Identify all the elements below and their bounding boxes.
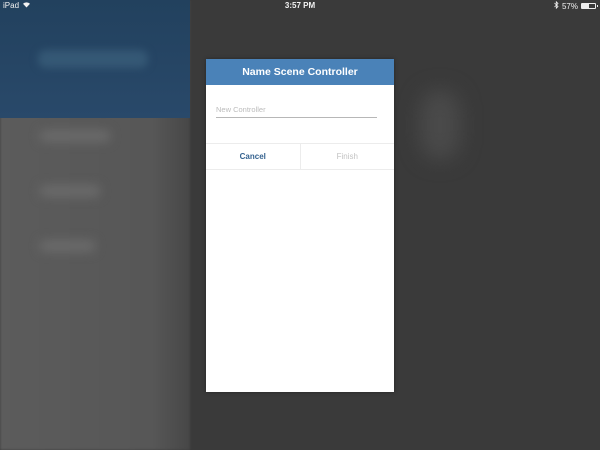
background-blob [420,90,460,160]
status-bar-right: 57% [554,0,598,11]
background-row [40,240,95,252]
dialog-body [206,85,394,143]
name-scene-controller-dialog: Name Scene Controller Cancel Finish [206,59,394,392]
cancel-button[interactable]: Cancel [206,144,301,169]
bluetooth-icon [554,0,559,11]
controller-name-input[interactable] [216,105,377,118]
background-header-title [38,50,148,68]
cancel-button-label: Cancel [239,152,266,161]
dialog-button-row: Cancel Finish [206,143,394,170]
status-bar: iPad 3:57 PM 57% [0,0,600,12]
battery-percent: 57% [561,1,578,11]
background-header [0,0,190,118]
finish-button[interactable]: Finish [301,144,395,169]
dialog-header: Name Scene Controller [206,59,394,85]
battery-fill [582,4,590,8]
finish-button-label: Finish [336,152,358,161]
screen: iPad 3:57 PM 57% Name Scene Controller N… [0,0,600,450]
background-row [40,130,110,142]
background-row [40,185,100,197]
battery-icon [581,3,598,9]
status-time: 3:57 PM [284,1,316,10]
dialog-title: Name Scene Controller [242,66,358,78]
